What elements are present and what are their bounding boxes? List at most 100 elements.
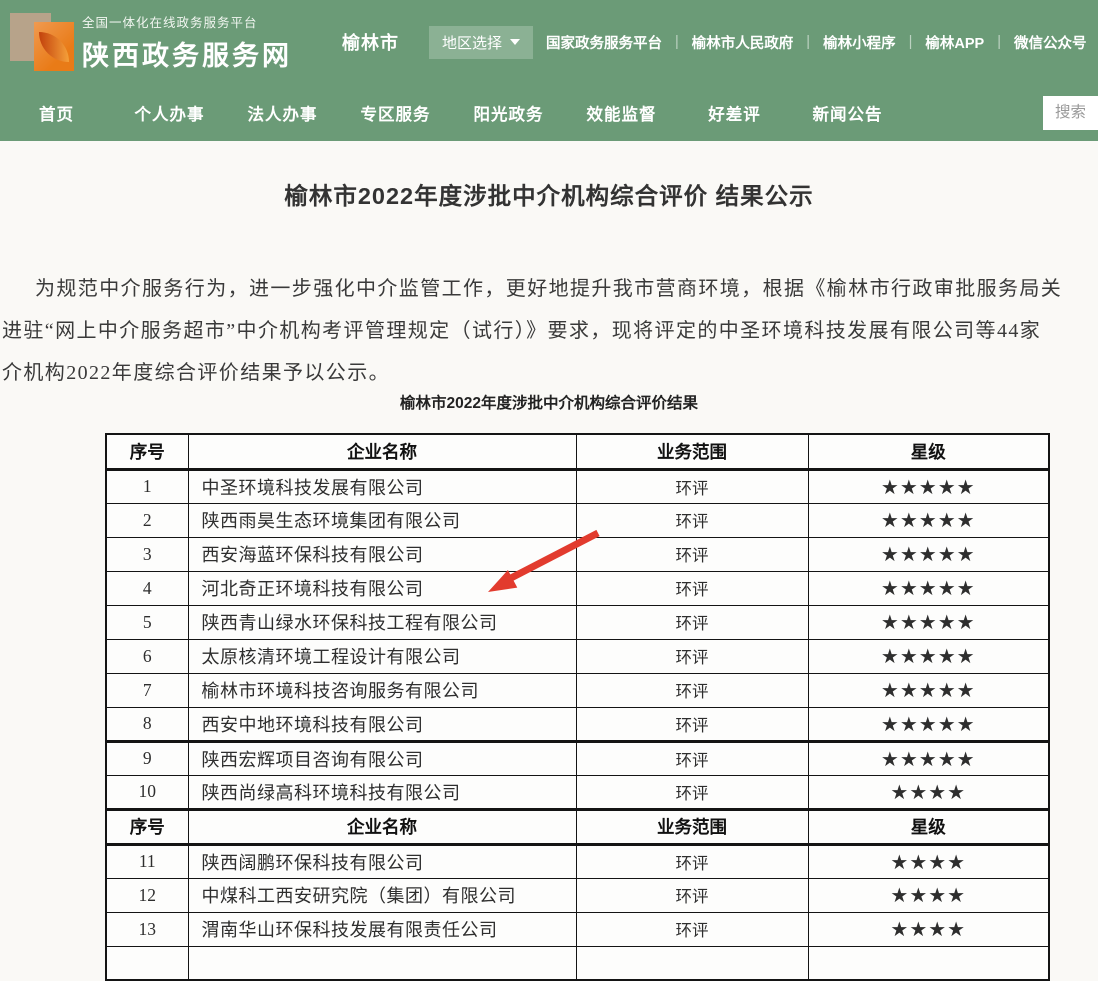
header-scope: 业务范围 <box>576 809 808 844</box>
table-header-row-repeat: 序号 企业名称 业务范围 星级 <box>106 809 1049 844</box>
top-links: 国家政务服务平台 | 榆林市人民政府 | 榆林小程序 | 榆林APP | 微信公… <box>533 32 1098 53</box>
business-scope: 环评 <box>576 912 808 946</box>
row-number: 8 <box>106 707 188 741</box>
company-name: 西安海蓝环保科技有限公司 <box>188 537 576 571</box>
chevron-down-icon <box>510 39 520 45</box>
row-number: 2 <box>106 503 188 537</box>
star-rating: ★★★★★ <box>808 741 1049 775</box>
table-row: 10 陕西尚绿高科环境科技有限公司 环评 ★★★★ <box>106 775 1049 809</box>
paragraph-line: 为规范中介服务行为，进一步强化中介监管工作，更好地提升我市营商环境，根据《榆林市… <box>2 268 1098 310</box>
search-input[interactable] <box>1043 96 1098 130</box>
business-scope: 环评 <box>576 503 808 537</box>
nav-item-open-government[interactable]: 阳光政务 <box>452 101 565 125</box>
current-city-label: 榆林市 <box>342 29 399 55</box>
business-scope: 环评 <box>576 571 808 605</box>
star-rating: ★★★★ <box>808 775 1049 809</box>
article-content: 榆林市2022年度涉批中介机构综合评价 结果公示 为规范中介服务行为，进一步强化… <box>0 177 1098 981</box>
table-row: 8 西安中地环境科技有限公司 环评 ★★★★★ <box>106 707 1049 741</box>
header-no: 序号 <box>106 809 188 844</box>
site-name: 陕西政务服务网 <box>82 34 292 73</box>
link-national-platform[interactable]: 国家政务服务平台 <box>533 32 675 53</box>
site-logo <box>8 9 76 75</box>
row-number: 4 <box>106 571 188 605</box>
link-city-app[interactable]: 榆林APP <box>912 32 997 53</box>
header-no: 序号 <box>106 434 188 469</box>
star-rating: ★★★★★ <box>808 537 1049 571</box>
header-company: 企业名称 <box>188 434 576 469</box>
nav-item-news[interactable]: 新闻公告 <box>791 101 904 125</box>
row-number: 10 <box>106 775 188 809</box>
table-row: 7 榆林市环境科技咨询服务有限公司 环评 ★★★★★ <box>106 673 1049 707</box>
company-name: 陕西阔鹏环保科技有限公司 <box>188 844 576 878</box>
row-number: 7 <box>106 673 188 707</box>
company-name: 榆林市环境科技咨询服务有限公司 <box>188 673 576 707</box>
table-caption: 榆林市2022年度涉批中介机构综合评价结果 <box>0 394 1098 414</box>
table-row: 2 陕西雨昊生态环境集团有限公司 环评 ★★★★★ <box>106 503 1049 537</box>
paragraph-line: 进驻“网上中介服务超市”中介机构考评管理规定（试行）》要求，现将评定的中圣环境科… <box>2 310 1098 352</box>
business-scope: 环评 <box>576 639 808 673</box>
company-name: 陕西尚绿高科环境科技有限公司 <box>188 775 576 809</box>
table-row: 1 中圣环境科技发展有限公司 环评 ★★★★★ <box>106 469 1049 503</box>
star-rating: ★★★★★ <box>808 639 1049 673</box>
table-row: 9 陕西宏辉项目咨询有限公司 环评 ★★★★★ <box>106 741 1049 775</box>
table-row: 5 陕西青山绿水环保科技工程有限公司 环评 ★★★★★ <box>106 605 1049 639</box>
row-number: 11 <box>106 844 188 878</box>
company-name: 陕西青山绿水环保科技工程有限公司 <box>188 605 576 639</box>
row-number: 9 <box>106 741 188 775</box>
link-city-government[interactable]: 榆林市人民政府 <box>679 32 807 53</box>
star-rating: ★★★★★ <box>808 673 1049 707</box>
link-wechat-account[interactable]: 微信公众号 <box>1001 32 1098 53</box>
business-scope: 环评 <box>576 537 808 571</box>
header-scope: 业务范围 <box>576 434 808 469</box>
company-name: 河北奇正环境科技有限公司 <box>188 571 576 605</box>
region-select-button[interactable]: 地区选择 <box>429 26 533 59</box>
brand-block: 全国一体化在线政务服务平台 陕西政务服务网 <box>82 12 292 73</box>
business-scope: 环评 <box>576 741 808 775</box>
table-row: 12 中煤科工西安研究院（集团）有限公司 环评 ★★★★ <box>106 878 1049 912</box>
star-rating: ★★★★ <box>808 912 1049 946</box>
star-rating: ★★★★★ <box>808 707 1049 741</box>
evaluation-results-table: 序号 企业名称 业务范围 星级 1 中圣环境科技发展有限公司 环评 ★★★★★ … <box>105 433 1050 981</box>
star-rating: ★★★★ <box>808 844 1049 878</box>
nav-item-efficiency-supervision[interactable]: 效能监督 <box>565 101 678 125</box>
nav-item-zone-services[interactable]: 专区服务 <box>339 101 452 125</box>
star-rating: ★★★★★ <box>808 503 1049 537</box>
row-number: 6 <box>106 639 188 673</box>
row-number: 5 <box>106 605 188 639</box>
company-name: 中煤科工西安研究院（集团）有限公司 <box>188 878 576 912</box>
row-number: 1 <box>106 469 188 503</box>
site-header: 全国一体化在线政务服务平台 陕西政务服务网 榆林市 地区选择 国家政务服务平台 … <box>0 0 1098 84</box>
company-name: 太原核清环境工程设计有限公司 <box>188 639 576 673</box>
business-scope: 环评 <box>576 707 808 741</box>
company-name: 西安中地环境科技有限公司 <box>188 707 576 741</box>
header-company: 企业名称 <box>188 809 576 844</box>
star-rating: ★★★★★ <box>808 571 1049 605</box>
business-scope: 环评 <box>576 844 808 878</box>
business-scope: 环评 <box>576 605 808 639</box>
business-scope: 环评 <box>576 878 808 912</box>
nav-item-home[interactable]: 首页 <box>0 101 113 125</box>
table-header-row: 序号 企业名称 业务范围 星级 <box>106 434 1049 469</box>
nav-item-legal-person[interactable]: 法人办事 <box>226 101 339 125</box>
leaf-icon <box>39 32 69 62</box>
header-stars: 星级 <box>808 434 1049 469</box>
row-number: 13 <box>106 912 188 946</box>
header-stars: 星级 <box>808 809 1049 844</box>
table-row: 6 太原核清环境工程设计有限公司 环评 ★★★★★ <box>106 639 1049 673</box>
business-scope: 环评 <box>576 469 808 503</box>
nav-item-rating[interactable]: 好差评 <box>678 101 791 125</box>
row-number: 3 <box>106 537 188 571</box>
page: { "header": { "platform_label": "全国一体化在线… <box>0 0 1098 947</box>
table-row-highlighted-by-arrow: 4 河北奇正环境科技有限公司 环评 ★★★★★ <box>106 571 1049 605</box>
star-rating: ★★★★★ <box>808 605 1049 639</box>
company-name: 中圣环境科技发展有限公司 <box>188 469 576 503</box>
announcement-paragraph: 为规范中介服务行为，进一步强化中介监管工作，更好地提升我市营商环境，根据《榆林市… <box>2 268 1098 394</box>
company-name: 渭南华山环保科技发展有限责任公司 <box>188 912 576 946</box>
row-number: 12 <box>106 878 188 912</box>
table-row: 3 西安海蓝环保科技有限公司 环评 ★★★★★ <box>106 537 1049 571</box>
link-mini-program[interactable]: 榆林小程序 <box>810 32 909 53</box>
star-rating: ★★★★ <box>808 878 1049 912</box>
nav-item-personal[interactable]: 个人办事 <box>113 101 226 125</box>
table-row: 11 陕西阔鹏环保科技有限公司 环评 ★★★★ <box>106 844 1049 878</box>
platform-label: 全国一体化在线政务服务平台 <box>82 12 292 31</box>
